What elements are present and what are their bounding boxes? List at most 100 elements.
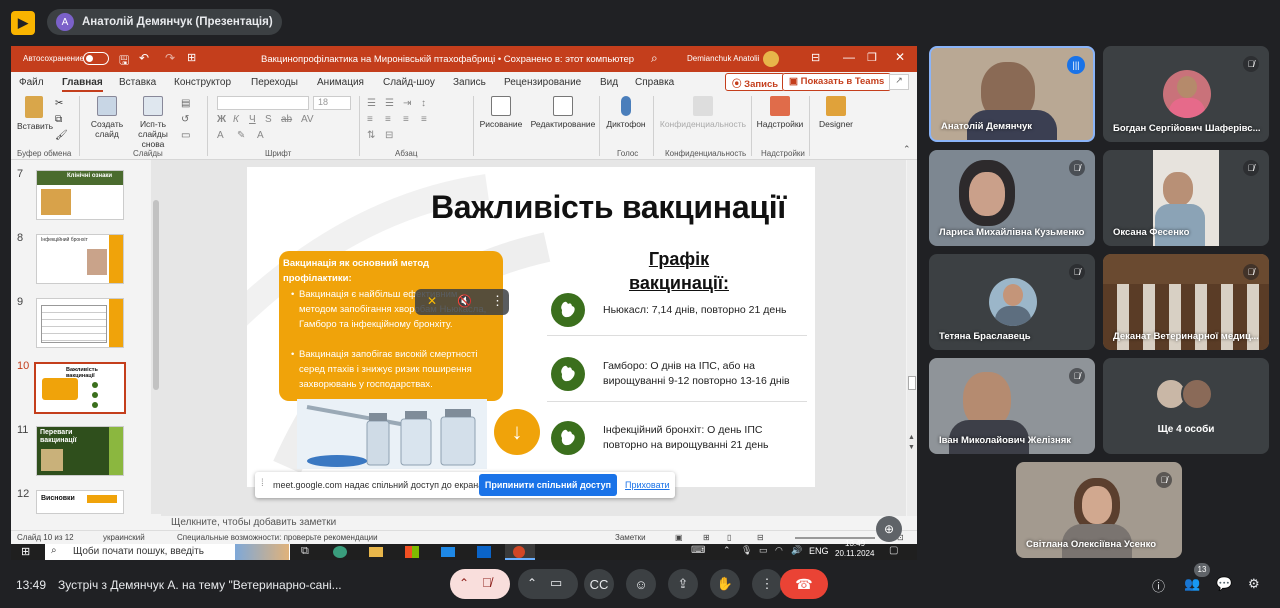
- participant-tile[interactable]: 🎙̸ Тетяна Браславець: [929, 254, 1095, 350]
- save-icon[interactable]: 🖫: [119, 51, 129, 72]
- present-icon[interactable]: ⊞: [187, 51, 196, 64]
- raise-hand-icon[interactable]: ✋: [710, 569, 740, 599]
- restore-icon[interactable]: ❐: [867, 51, 877, 64]
- camera-options-chevron-icon[interactable]: ⌃: [527, 576, 537, 590]
- accessibility-status[interactable]: Специальные возможности: проверьте реком…: [177, 533, 378, 542]
- hide-banner-link[interactable]: Приховати: [625, 480, 670, 490]
- bold-icon[interactable]: Ж: [217, 114, 226, 125]
- drag-handle-icon[interactable]: ⁞: [261, 478, 264, 489]
- align-right-icon[interactable]: ≡: [403, 114, 409, 125]
- language-indicator[interactable]: украинский: [103, 533, 145, 542]
- autosave-toggle[interactable]: [83, 52, 109, 65]
- leave-call-button[interactable]: ☎: [780, 569, 828, 599]
- camera-icon[interactable]: ▭: [550, 575, 562, 591]
- editing-button[interactable]: Редактирование: [527, 96, 599, 129]
- captions-icon[interactable]: CC: [584, 569, 614, 599]
- redo-icon[interactable]: ↷: [165, 51, 175, 65]
- align-text-icon[interactable]: ⊟: [385, 130, 393, 141]
- pin-off-icon[interactable]: ✕: [427, 294, 437, 308]
- file-explorer-icon[interactable]: [369, 547, 383, 557]
- people-icon[interactable]: 👥: [1184, 576, 1200, 592]
- reading-view-icon[interactable]: ▯: [727, 533, 731, 542]
- record-button[interactable]: ⦿ Запись: [725, 73, 786, 91]
- font-family-box[interactable]: [217, 96, 309, 110]
- thumbnail-scrollbar[interactable]: [151, 160, 161, 514]
- taskbar-search[interactable]: ⌕ Щоби почати пошук, введіть: [45, 544, 290, 560]
- cut-icon[interactable]: ✂: [55, 98, 63, 109]
- menu-insert[interactable]: Вставка: [119, 77, 156, 88]
- font-color-icon[interactable]: A: [217, 130, 224, 141]
- participant-tile[interactable]: Ще 4 особи: [1103, 358, 1269, 454]
- share-icon[interactable]: ↗: [889, 74, 909, 90]
- user-name[interactable]: Demianchuk Anatolii: [687, 54, 759, 63]
- notification-icon[interactable]: ▢: [889, 545, 898, 556]
- emoji-icon[interactable]: ☺: [626, 569, 656, 599]
- menu-slideshow[interactable]: Слайд-шоу: [383, 77, 435, 88]
- user-avatar[interactable]: [763, 51, 779, 67]
- meeting-info-icon[interactable]: ⓘ: [1152, 576, 1165, 595]
- menu-review[interactable]: Рецензирование: [504, 77, 581, 88]
- activities-icon[interactable]: ⚙: [1248, 576, 1260, 592]
- mic-options-chevron-icon[interactable]: ⌃: [459, 576, 469, 590]
- text-direction-icon[interactable]: ⇅: [367, 130, 375, 141]
- more-options-icon[interactable]: ⋮: [752, 569, 782, 599]
- notes-toggle[interactable]: Заметки: [615, 533, 646, 542]
- menu-record[interactable]: Запись: [453, 77, 486, 88]
- slide-thumbnail-12[interactable]: Висновки: [36, 490, 124, 514]
- spacing-icon[interactable]: AV: [301, 114, 314, 125]
- tray-chevron-icon[interactable]: ⌃: [723, 545, 731, 556]
- menu-file[interactable]: Файл: [19, 77, 44, 88]
- teams-button[interactable]: ▣ Показать в Teams: [782, 73, 892, 91]
- new-slide-button[interactable]: Создать слайд: [87, 96, 127, 139]
- strike-icon[interactable]: ab: [281, 114, 292, 125]
- zoom-share-icon[interactable]: ⊕: [876, 516, 902, 542]
- more-options-icon[interactable]: ⋮: [491, 293, 504, 309]
- menu-animations[interactable]: Анимация: [317, 77, 364, 88]
- windows-start-icon[interactable]: ⊞: [21, 545, 30, 558]
- menu-transitions[interactable]: Переходы: [251, 77, 298, 88]
- justify-icon[interactable]: ≡: [421, 114, 427, 125]
- undo-icon[interactable]: ↶: [139, 51, 149, 65]
- line-spacing-icon[interactable]: ↕: [421, 98, 426, 109]
- indent-icon[interactable]: ⇥: [403, 98, 411, 109]
- bullets-icon[interactable]: ☰: [367, 98, 376, 109]
- mic-off-icon[interactable]: 🎙̸: [482, 575, 492, 590]
- search-icon[interactable]: ⌕: [651, 51, 658, 66]
- privacy-button[interactable]: Конфиденциальность: [657, 96, 749, 129]
- menu-home[interactable]: Главная: [62, 77, 103, 92]
- addins-button[interactable]: Надстройки: [755, 96, 805, 129]
- ribbon-display-icon[interactable]: ⊟: [811, 51, 820, 64]
- reset-icon[interactable]: ↺: [181, 114, 189, 125]
- participant-tile[interactable]: 🎙̸ Богдан Сергійович Шаферівс...: [1103, 46, 1269, 142]
- slide-thumbnail-10[interactable]: Важливість вакцинації: [34, 362, 126, 414]
- layout-icon[interactable]: ▤: [181, 98, 190, 109]
- wifi-icon[interactable]: ◠: [775, 545, 783, 556]
- edge-icon[interactable]: [333, 546, 347, 558]
- mic-tray-icon[interactable]: 🎙: [741, 545, 752, 556]
- stop-sharing-button[interactable]: Припинити спільний доступ: [479, 474, 617, 496]
- store-icon[interactable]: [405, 546, 419, 558]
- participant-tile[interactable]: 🎙̸ Іван Миколайович Желізняк: [929, 358, 1095, 454]
- participant-tile[interactable]: 🎙̸ Лариса Михайлівна Кузьменко: [929, 150, 1095, 246]
- designer-button[interactable]: Designer: [815, 96, 857, 129]
- mute-tab-icon[interactable]: 🔇: [457, 294, 472, 308]
- slideshow-view-icon[interactable]: ⊟: [757, 533, 764, 542]
- close-icon[interactable]: ✕: [895, 50, 905, 64]
- section-icon[interactable]: ▭: [181, 130, 190, 141]
- battery-icon[interactable]: ▭: [759, 545, 768, 556]
- editor-scrollbar[interactable]: ▲ ▼: [907, 160, 917, 516]
- collapse-ribbon-icon[interactable]: ⌃: [903, 144, 911, 155]
- slide-thumbnail-8[interactable]: Інфекційний бронхіт: [36, 234, 124, 284]
- highlight-icon[interactable]: ✎: [237, 130, 245, 141]
- menu-view[interactable]: Вид: [600, 77, 618, 88]
- notes-pane[interactable]: Щелкните, чтобы добавить заметки: [161, 516, 917, 530]
- powerpoint-taskbar-button[interactable]: [505, 544, 535, 560]
- minimize-icon[interactable]: —: [843, 50, 855, 64]
- participant-tile[interactable]: 🎙̸ Світлана Олексіївна Усенко: [1016, 462, 1182, 558]
- dictation-button[interactable]: Диктофон: [603, 96, 649, 129]
- tray-time[interactable]: 13:49: [845, 539, 865, 548]
- sorter-view-icon[interactable]: ⊞: [703, 533, 710, 542]
- copy-icon[interactable]: ⧉: [55, 114, 62, 125]
- current-slide[interactable]: Важливість вакцинації Вакцинація як осно…: [247, 167, 815, 487]
- mail-icon[interactable]: [441, 547, 455, 557]
